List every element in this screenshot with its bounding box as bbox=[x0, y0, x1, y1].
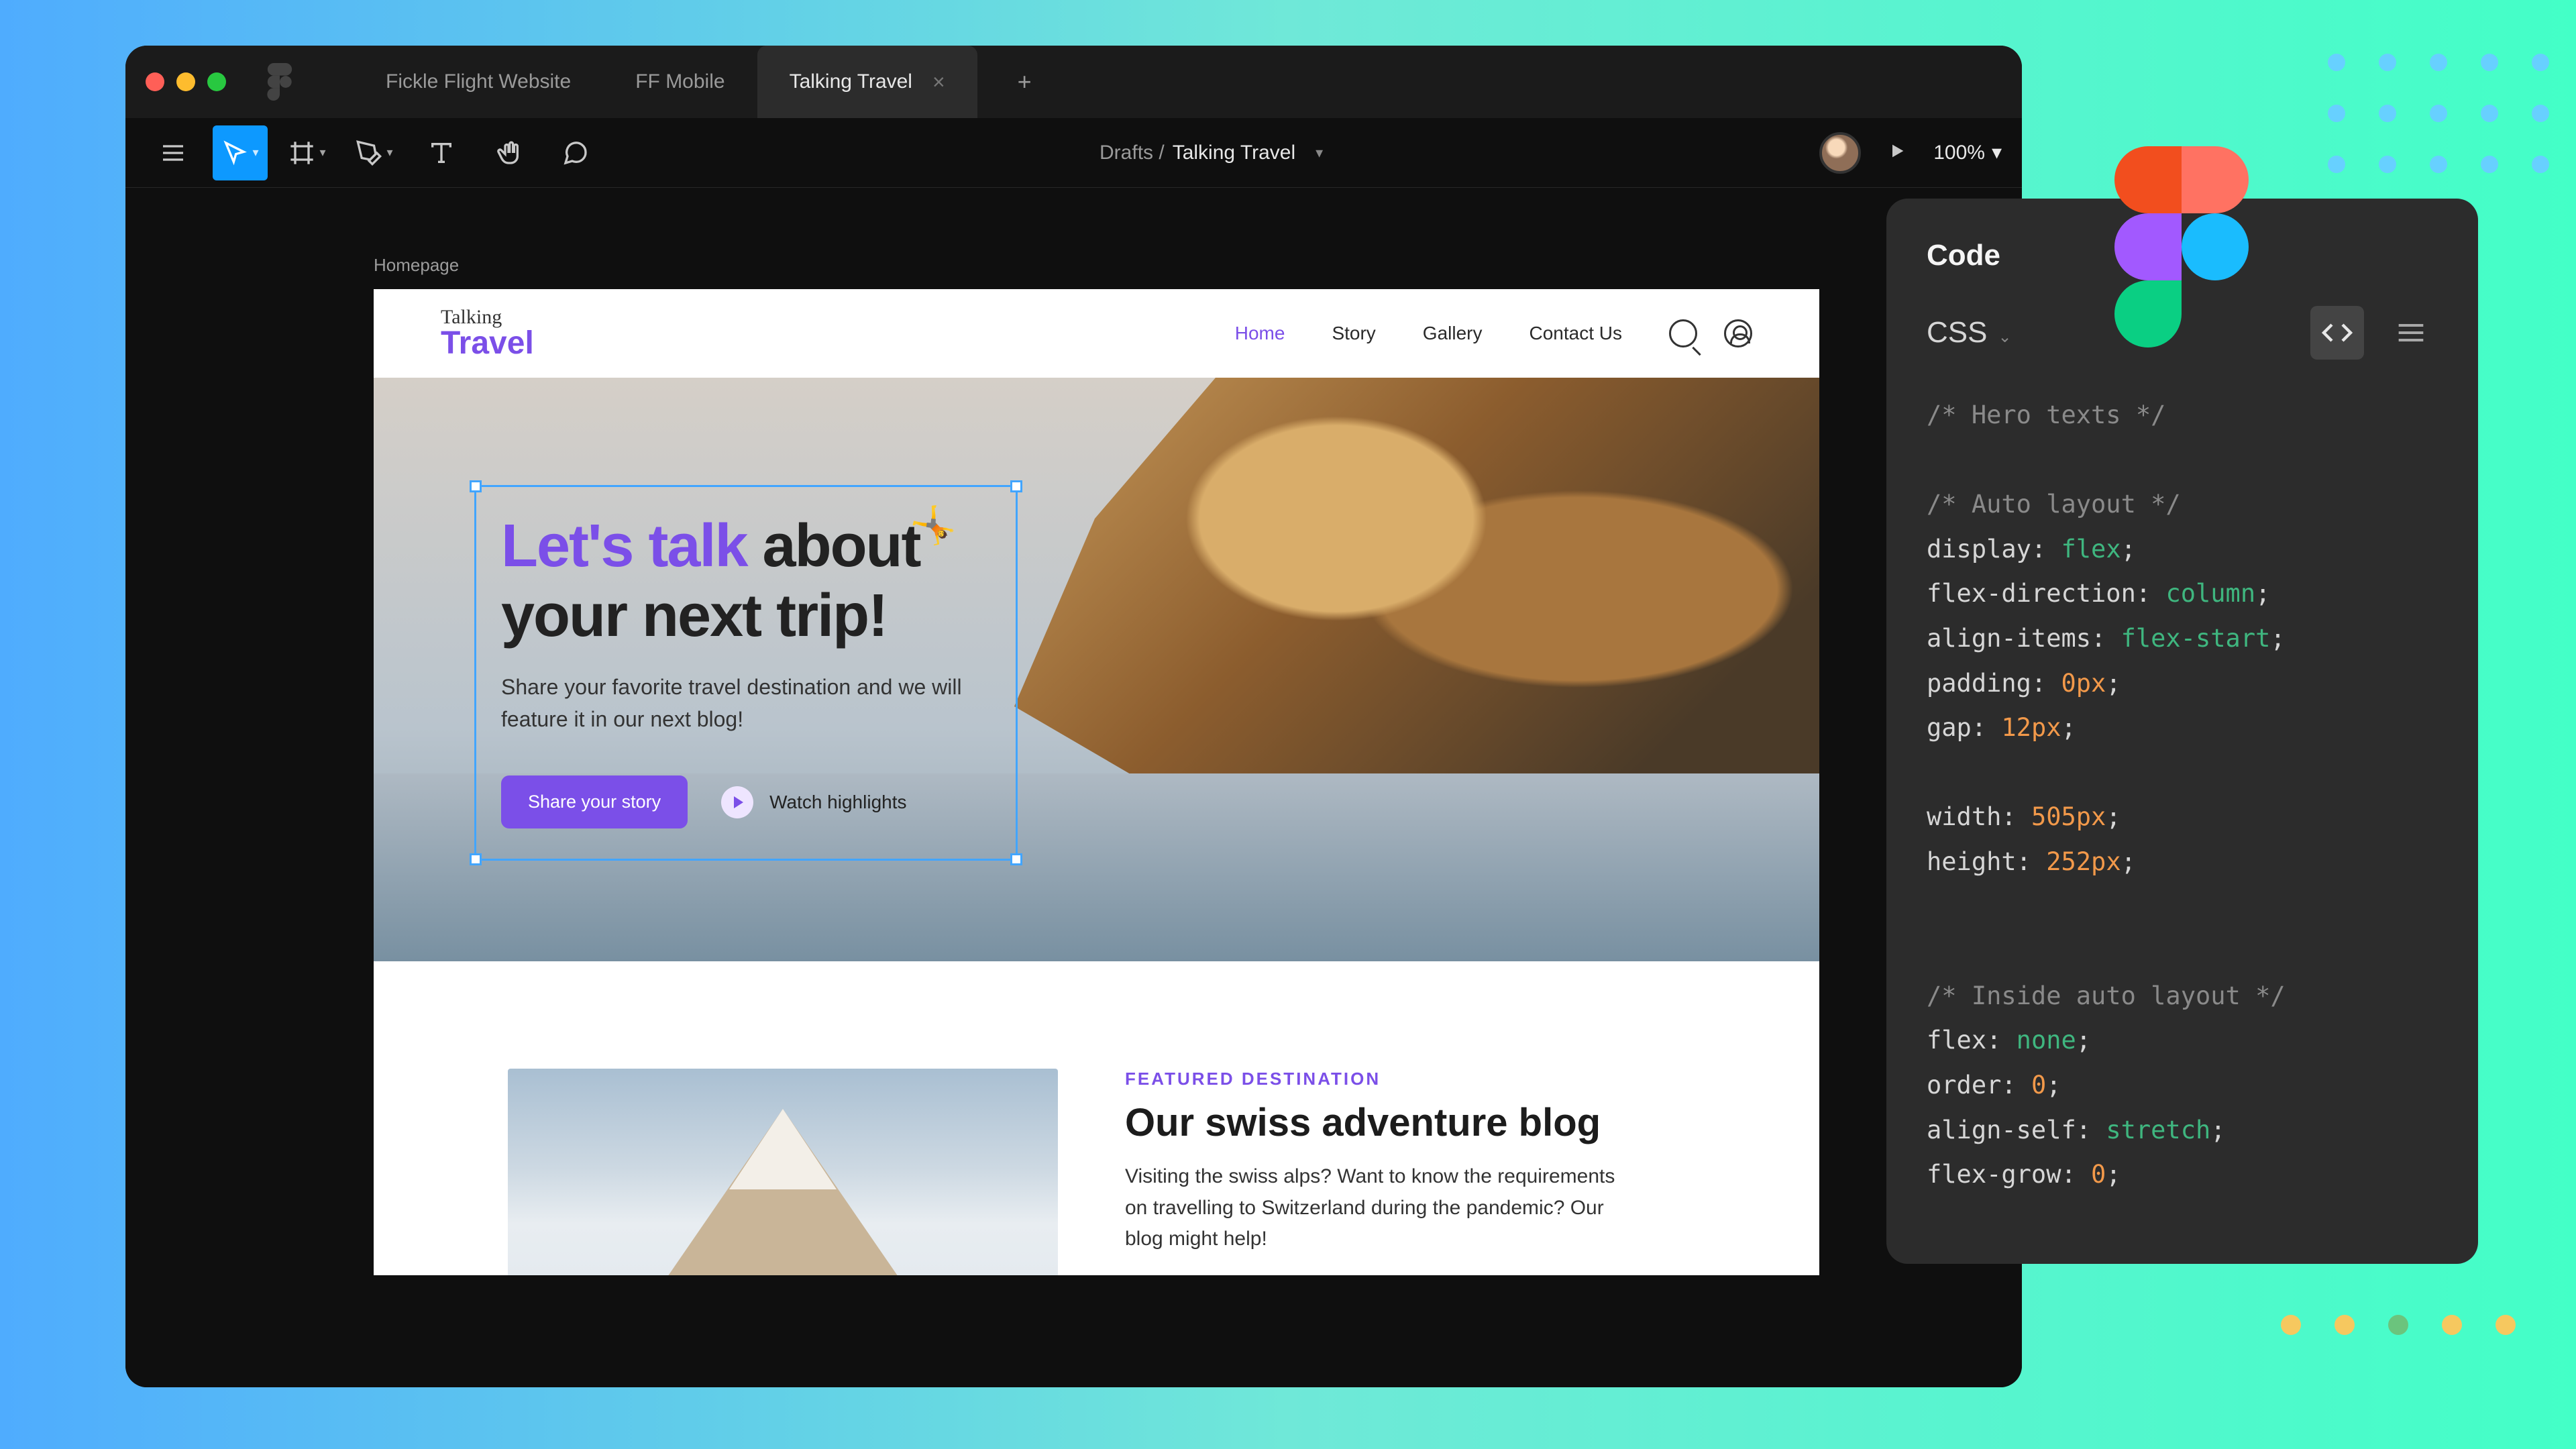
breadcrumb-project: Talking Travel bbox=[1173, 142, 1295, 164]
toolbar: ▾ ▾ ▾ Drafts / Talking Travel ▾ 100%▾ bbox=[125, 118, 2022, 188]
breadcrumb[interactable]: Drafts / Talking Travel ▾ bbox=[603, 142, 1819, 164]
tab-ff-mobile[interactable]: FF Mobile bbox=[603, 46, 757, 118]
site-nav: Home Story Gallery Contact Us bbox=[1235, 319, 1752, 347]
move-tool-button[interactable]: ▾ bbox=[213, 125, 268, 180]
logo-cursive: Talking bbox=[441, 307, 534, 327]
nav-gallery[interactable]: Gallery bbox=[1423, 323, 1483, 344]
nav-contact[interactable]: Contact Us bbox=[1529, 323, 1623, 344]
chevron-down-icon: ▾ bbox=[1316, 144, 1323, 162]
main-menu-button[interactable] bbox=[146, 125, 201, 180]
window-controls bbox=[146, 72, 226, 91]
hero-title: Let's talk about your next trip! bbox=[501, 512, 998, 651]
minimize-window-button[interactable] bbox=[176, 72, 195, 91]
featured-title: Our swiss adventure blog bbox=[1125, 1100, 1685, 1145]
tab-label: FF Mobile bbox=[635, 70, 724, 93]
selection-handle-br[interactable] bbox=[1010, 853, 1022, 865]
mountain-graphic bbox=[635, 1109, 930, 1275]
code-view-icon[interactable] bbox=[2310, 306, 2364, 360]
frame-tool-button[interactable]: ▾ bbox=[280, 125, 335, 180]
code-panel: Code CSS⌄ /* Hero texts */ /* Auto layou… bbox=[1886, 199, 2478, 1264]
comment-tool-button[interactable] bbox=[548, 125, 603, 180]
maximize-window-button[interactable] bbox=[207, 72, 226, 91]
close-window-button[interactable] bbox=[146, 72, 164, 91]
pen-tool-button[interactable]: ▾ bbox=[347, 125, 402, 180]
hero-section: 🤸 Let's talk about your next trip! Share… bbox=[374, 378, 1819, 961]
chevron-down-icon: ⌄ bbox=[1998, 327, 2011, 347]
background-dots-top bbox=[2328, 54, 2549, 207]
hand-tool-button[interactable] bbox=[481, 125, 536, 180]
hero-subtitle: Share your favorite travel destination a… bbox=[501, 671, 998, 735]
close-tab-icon[interactable]: × bbox=[932, 70, 945, 95]
featured-image bbox=[508, 1069, 1058, 1275]
text-tool-button[interactable] bbox=[414, 125, 469, 180]
chevron-down-icon: ▾ bbox=[1992, 141, 2002, 164]
selection-handle-tl[interactable] bbox=[470, 480, 482, 492]
play-icon bbox=[721, 786, 753, 818]
canvas[interactable]: Homepage Talking Travel Home Story Galle… bbox=[125, 188, 2022, 1387]
present-button[interactable] bbox=[1888, 142, 1907, 164]
site-header: Talking Travel Home Story Gallery Contac… bbox=[374, 289, 1819, 378]
tab-fickle-flight[interactable]: Fickle Flight Website bbox=[354, 46, 603, 118]
cta-share-story[interactable]: Share your story bbox=[501, 775, 688, 828]
design-frame-homepage[interactable]: Talking Travel Home Story Gallery Contac… bbox=[374, 289, 1819, 1275]
hero-texts[interactable]: Let's talk about your next trip! Share y… bbox=[501, 512, 998, 828]
tab-talking-travel[interactable]: Talking Travel × bbox=[757, 46, 977, 118]
tab-label: Fickle Flight Website bbox=[386, 70, 571, 93]
featured-eyebrow: FEATURED DESTINATION bbox=[1125, 1069, 1685, 1089]
nav-story[interactable]: Story bbox=[1332, 323, 1375, 344]
new-tab-button[interactable]: + bbox=[998, 68, 1052, 96]
zoom-level[interactable]: 100%▾ bbox=[1933, 141, 2002, 164]
table-view-icon[interactable] bbox=[2384, 306, 2438, 360]
logo-main: Travel bbox=[441, 327, 534, 360]
avatar[interactable] bbox=[1819, 132, 1861, 174]
breadcrumb-location: Drafts / bbox=[1099, 142, 1165, 164]
hero-actions: Share your story Watch highlights bbox=[501, 775, 998, 828]
tabs: Fickle Flight Website FF Mobile Talking … bbox=[354, 46, 977, 118]
selection-handle-bl[interactable] bbox=[470, 853, 482, 865]
background-dots-bottom bbox=[2281, 1315, 2516, 1335]
code-block[interactable]: /* Hero texts */ /* Auto layout */ displ… bbox=[1927, 393, 2286, 1197]
nav-home[interactable]: Home bbox=[1235, 323, 1285, 344]
selection-handle-tr[interactable] bbox=[1010, 480, 1022, 492]
featured-section: FEATURED DESTINATION Our swiss adventure… bbox=[374, 961, 1819, 1275]
frame-label[interactable]: Homepage bbox=[374, 255, 1982, 276]
site-logo: Talking Travel bbox=[441, 307, 534, 360]
figma-logo-icon bbox=[266, 63, 293, 101]
featured-body-text: Visiting the swiss alps? Want to know th… bbox=[1125, 1161, 1628, 1255]
titlebar: Fickle Flight Website FF Mobile Talking … bbox=[125, 46, 2022, 118]
user-icon[interactable] bbox=[1724, 319, 1752, 347]
app-window: Fickle Flight Website FF Mobile Talking … bbox=[125, 46, 2022, 1387]
tab-label: Talking Travel bbox=[790, 70, 912, 93]
figma-brand-logo bbox=[2114, 146, 2249, 347]
watch-highlights-button[interactable]: Watch highlights bbox=[721, 786, 906, 818]
watch-highlights-label: Watch highlights bbox=[769, 792, 906, 813]
search-icon[interactable] bbox=[1669, 319, 1697, 347]
